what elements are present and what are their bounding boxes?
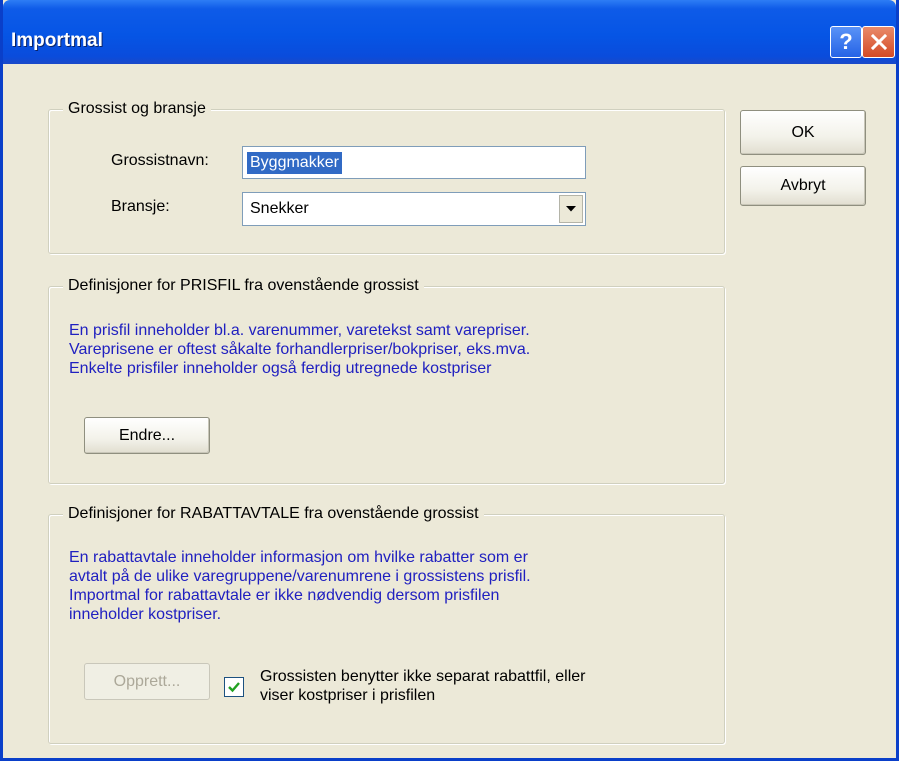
checkbox-label-line: Grossisten benytter ikke separat rabattf…	[260, 668, 586, 685]
wholesaler-name-input[interactable]: Byggmakker	[242, 146, 586, 179]
pricefile-info-line: En prisfil inneholder bl.a. varenummer, …	[69, 322, 530, 339]
industry-select[interactable]: Snekker	[242, 192, 586, 226]
pricefile-info-text: En prisfil inneholder bl.a. varenummer, …	[69, 321, 530, 378]
pricefile-group: Definisjoner for PRISFIL fra ovenstående…	[48, 277, 725, 484]
discount-info-line: En rabattavtale inneholder informasjon o…	[69, 549, 528, 566]
discount-info-line: inneholder kostpriser.	[69, 606, 222, 623]
pricefile-info-line: Vareprisene er oftest såkalte forhandler…	[69, 341, 531, 358]
title-bar[interactable]: Importmal ?	[3, 0, 896, 64]
wholesaler-name-value: Byggmakker	[247, 152, 342, 174]
checkmark-icon	[228, 682, 240, 693]
window-title: Importmal	[11, 30, 103, 51]
change-pricefile-button[interactable]: Endre...	[84, 417, 210, 454]
wholesaler-group-title: Grossist og bransje	[63, 100, 211, 118]
cancel-button[interactable]: Avbryt	[740, 166, 866, 206]
close-icon	[870, 33, 887, 51]
pricefile-group-title: Definisjoner for PRISFIL fra ovenstående…	[63, 277, 424, 295]
dialog-client-area: Grossist og bransje Grossistnavn: Byggma…	[3, 64, 896, 758]
discount-info-line: Importmal for rabattavtale er ikke nødve…	[69, 587, 500, 604]
chevron-down-icon	[566, 206, 576, 212]
help-icon: ?	[839, 29, 853, 54]
wholesaler-name-label: Grossistnavn:	[111, 152, 209, 169]
no-separate-discount-checkbox[interactable]	[224, 677, 244, 697]
pricefile-info-line: Enkelte prisfiler inneholder også ferdig…	[69, 360, 492, 377]
ok-button[interactable]: OK	[740, 110, 866, 155]
dropdown-arrow-button[interactable]	[559, 195, 583, 223]
industry-label: Bransje:	[111, 198, 170, 215]
close-button[interactable]	[862, 26, 895, 58]
discount-info-text: En rabattavtale inneholder informasjon o…	[69, 548, 531, 624]
discount-group: Definisjoner for RABATTAVTALE fra ovenst…	[48, 505, 725, 744]
help-button[interactable]: ?	[830, 26, 862, 58]
no-separate-discount-label[interactable]: Grossisten benytter ikke separat rabattf…	[260, 667, 585, 705]
create-discount-button[interactable]: Opprett...	[84, 663, 210, 700]
discount-group-title: Definisjoner for RABATTAVTALE fra ovenst…	[63, 505, 484, 523]
import-template-dialog: Importmal ? Grossist og bransje Grossist…	[0, 0, 899, 761]
discount-info-line: avtalt på de ulike varegruppene/varenumr…	[69, 568, 531, 585]
checkbox-label-line: viser kostpriser i prisfilen	[260, 687, 436, 704]
industry-value: Snekker	[250, 200, 309, 217]
wholesaler-group: Grossist og bransje Grossistnavn: Byggma…	[48, 100, 725, 254]
